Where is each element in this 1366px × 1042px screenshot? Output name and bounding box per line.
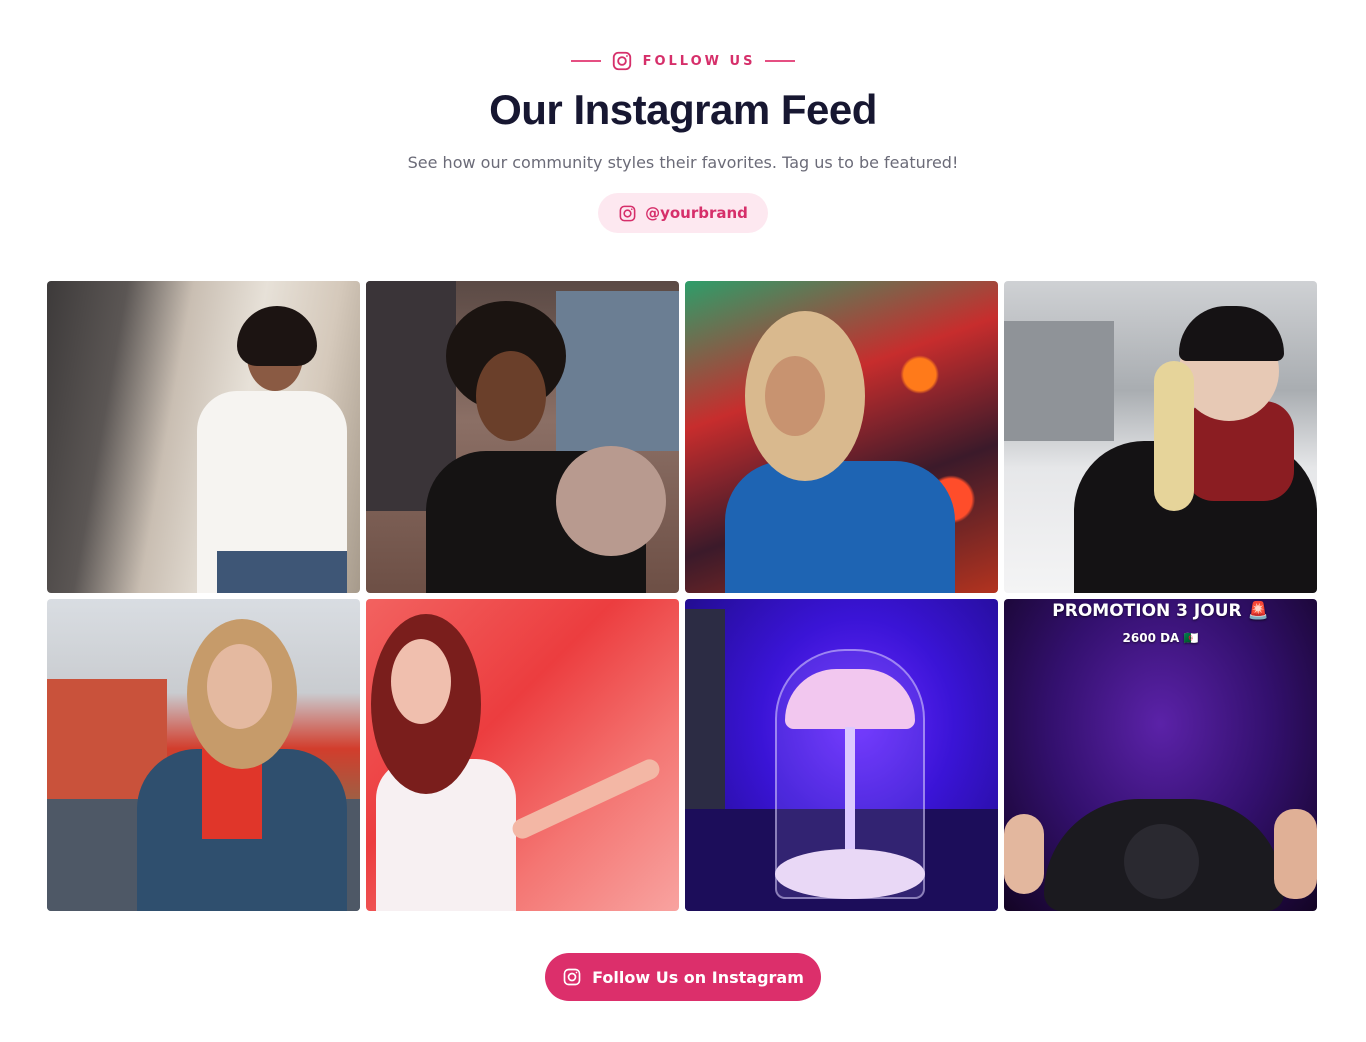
post-image (685, 599, 998, 911)
instagram-icon (618, 204, 637, 223)
instagram-grid: PROMOTION 3 JOUR 🚨 2600 DA 🇩🇿 (47, 281, 1319, 911)
section-eyebrow: FOLLOW US (0, 50, 1366, 72)
brand-handle-label: @yourbrand (645, 204, 748, 222)
post-overlay-price: 2600 DA 🇩🇿 (1122, 631, 1199, 645)
instagram-post-7[interactable] (685, 599, 998, 911)
divider-line-left (570, 60, 601, 62)
post-image (685, 281, 998, 593)
instagram-post-3[interactable] (685, 281, 998, 593)
post-image (1004, 281, 1317, 593)
instagram-post-5[interactable] (47, 599, 360, 911)
post-overlay-title: PROMOTION 3 JOUR 🚨 (1052, 601, 1269, 621)
instagram-post-2[interactable] (366, 281, 679, 593)
instagram-post-1[interactable] (47, 281, 360, 593)
instagram-icon (562, 967, 582, 987)
instagram-icon (611, 50, 633, 72)
instagram-post-8[interactable]: PROMOTION 3 JOUR 🚨 2600 DA 🇩🇿 (1004, 599, 1317, 911)
follow-instagram-button[interactable]: Follow Us on Instagram (545, 953, 821, 1001)
post-image (366, 599, 679, 911)
post-image (1004, 599, 1317, 911)
section-subtitle: See how our community styles their favor… (407, 153, 959, 172)
post-image (47, 281, 360, 593)
section-title: Our Instagram Feed (489, 86, 877, 133)
instagram-post-6[interactable] (366, 599, 679, 911)
instagram-post-4[interactable] (1004, 281, 1317, 593)
divider-line-right (765, 60, 796, 62)
eyebrow-label: FOLLOW US (642, 53, 756, 69)
brand-handle-link[interactable]: @yourbrand (598, 193, 768, 233)
post-image (47, 599, 360, 911)
post-image (366, 281, 679, 593)
follow-instagram-label: Follow Us on Instagram (592, 967, 804, 987)
